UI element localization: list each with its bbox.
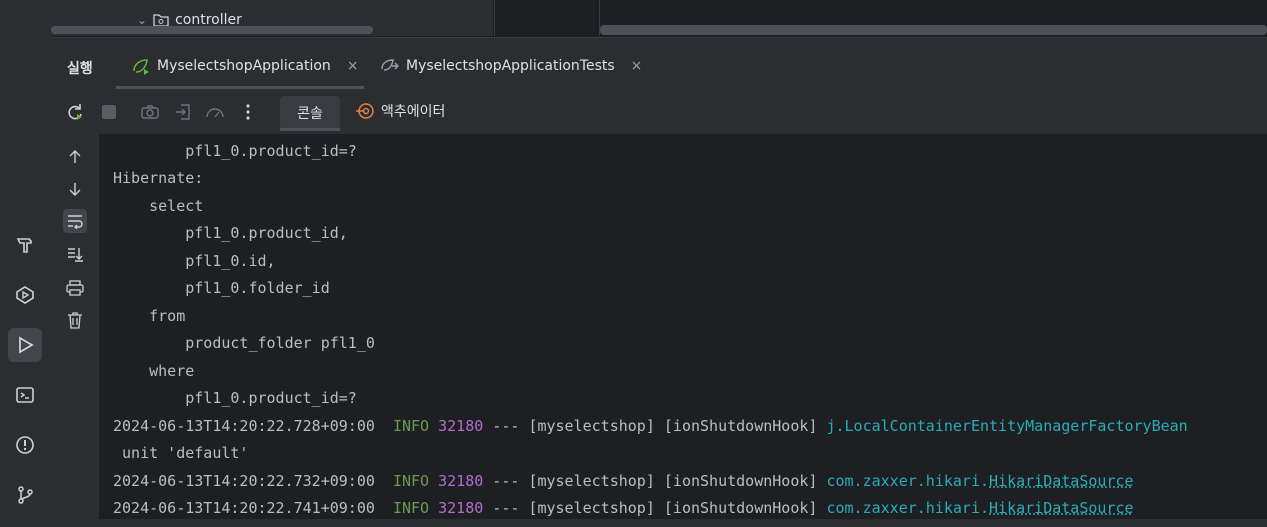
print-icon[interactable] xyxy=(63,276,87,300)
exit-icon[interactable] xyxy=(172,101,194,123)
active-tab-indicator xyxy=(116,86,364,89)
log-line: 2024-06-13T14:20:22.728+09:00 INFO 32180… xyxy=(113,417,1188,435)
close-icon[interactable]: × xyxy=(631,58,643,74)
camera-icon[interactable] xyxy=(139,101,161,123)
problems-icon[interactable] xyxy=(8,428,42,462)
console-line: pfl1_0.product_id=? xyxy=(113,389,357,407)
services-icon[interactable] xyxy=(8,278,42,312)
console-output[interactable]: pfl1_0.product_id=? Hibernate: select pf… xyxy=(100,134,1267,520)
test-run-icon xyxy=(381,59,399,71)
console-line: product_folder pfl1_0 xyxy=(113,334,375,352)
terminal-icon[interactable] xyxy=(8,378,42,412)
tree-horizontal-scrollbar[interactable] xyxy=(51,26,373,34)
scroll-to-end-icon[interactable] xyxy=(63,242,87,266)
logger-class-link[interactable]: HikariDataSource xyxy=(989,472,1134,490)
console-line: from xyxy=(113,307,186,325)
tab-actuator[interactable]: 액추에이터 xyxy=(355,101,445,121)
tab-console[interactable]: 콘솔 xyxy=(280,96,340,130)
tab-label: MyselectshopApplication xyxy=(157,58,331,74)
soft-wrap-icon[interactable] xyxy=(63,209,87,233)
trash-icon[interactable] xyxy=(63,308,87,332)
console-line: pfl1_0.folder_id xyxy=(113,279,330,297)
logger-name: com.zaxxer.hikari. xyxy=(826,472,990,490)
close-icon[interactable]: × xyxy=(347,58,359,74)
git-icon[interactable] xyxy=(8,478,42,512)
console-line: unit 'default' xyxy=(113,444,249,462)
logger-name: com.zaxxer.hikari. xyxy=(826,499,990,517)
folder-icon xyxy=(153,14,169,27)
tab-console-label: 콘솔 xyxy=(297,106,323,122)
status-bar xyxy=(0,519,1267,527)
console-tab-indicator xyxy=(280,128,340,131)
editor-horizontal-scrollbar[interactable] xyxy=(600,25,1267,35)
build-hammer-icon[interactable] xyxy=(8,228,42,262)
run-window-title: 실행 xyxy=(67,61,93,77)
spring-leaf-icon xyxy=(133,59,149,75)
tab-actuator-label: 액추에이터 xyxy=(381,104,446,120)
log-line: 2024-06-13T14:20:22.732+09:00 INFO 32180… xyxy=(113,472,1134,490)
arrow-down-icon[interactable] xyxy=(63,177,87,201)
run-icon[interactable] xyxy=(8,328,42,362)
logger-name[interactable]: j.LocalContainerEntityManagerFactoryBean xyxy=(826,417,1187,435)
gauge-icon[interactable] xyxy=(204,101,226,123)
console-line: select xyxy=(113,197,204,215)
console-line: pfl1_0.id, xyxy=(113,252,276,270)
tab-label: MyselectshopApplicationTests xyxy=(406,58,615,74)
stop-icon[interactable] xyxy=(98,101,120,123)
console-line: pfl1_0.product_id=? xyxy=(113,142,357,160)
chevron-down-icon[interactable]: ⌄ xyxy=(137,13,147,27)
tab-myselectshop-application-tests[interactable]: MyselectshopApplicationTests × xyxy=(380,57,642,75)
console-line: Hibernate: xyxy=(113,169,213,187)
actuator-icon xyxy=(356,103,374,119)
logger-class-link[interactable]: HikariDataSource xyxy=(989,499,1134,517)
more-vertical-icon[interactable] xyxy=(237,101,259,123)
console-line: where xyxy=(113,362,195,380)
rerun-icon[interactable] xyxy=(64,101,86,123)
arrow-up-icon[interactable] xyxy=(63,145,87,169)
run-toolbar xyxy=(51,90,1267,134)
log-line: 2024-06-13T14:20:22.741+09:00 INFO 32180… xyxy=(113,499,1134,517)
tab-myselectshop-application[interactable]: MyselectshopApplication × xyxy=(131,57,359,75)
console-line: pfl1_0.product_id, xyxy=(113,224,348,242)
